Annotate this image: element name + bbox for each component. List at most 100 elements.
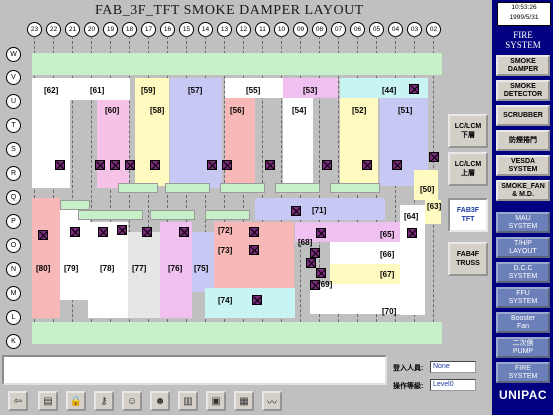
row-marker: V [6, 70, 21, 85]
column-marker: 22 [46, 22, 61, 37]
row-marker: O [6, 238, 21, 253]
smoke-damper[interactable] [429, 152, 439, 162]
column-marker: 17 [141, 22, 156, 37]
zone-label: [53] [303, 86, 318, 95]
exit-icon[interactable]: ⇦ [8, 391, 28, 411]
report-icon[interactable]: ▦ [234, 391, 254, 411]
smoke-damper[interactable] [222, 160, 232, 170]
floor-plan: FAB_3F_TFT SMOKE DAMPER LAYOUT 23 22 21 … [0, 0, 448, 352]
system-title: FIRE SYSTEM [505, 30, 541, 50]
menu-vesda-system[interactable]: VESDA SYSTEM [496, 155, 550, 176]
smoke-damper[interactable] [179, 227, 189, 237]
smoke-damper[interactable] [95, 160, 105, 170]
column-marker: 14 [198, 22, 213, 37]
chart-icon[interactable]: ▥ [178, 391, 198, 411]
zone-label: [59] [141, 86, 156, 95]
smoke-damper[interactable] [249, 227, 259, 237]
smoke-damper[interactable] [125, 160, 135, 170]
lc-lcm-lower-button[interactable]: LC/LCM 下層 [448, 114, 488, 148]
user-label: 登入人員: [393, 365, 424, 372]
smoke-damper[interactable] [110, 160, 120, 170]
smoke-damper[interactable] [362, 160, 372, 170]
zone-label: [52] [352, 106, 367, 115]
print-icon[interactable]: ▤ [38, 391, 58, 411]
lock-icon[interactable]: 🔒 [66, 391, 86, 411]
smoke-damper[interactable] [316, 228, 326, 238]
zone-label: [78] [100, 264, 115, 273]
column-marker: 20 [84, 22, 99, 37]
smoke-damper[interactable] [291, 206, 301, 216]
zone-label: [51] [398, 106, 413, 115]
menu-booster-fan[interactable]: Booster Fan [496, 312, 550, 333]
menu-secondary-pump[interactable]: 二次側 PUMP [496, 337, 550, 358]
column-marker: 08 [312, 22, 327, 37]
smoke-damper[interactable] [392, 160, 402, 170]
row-marker: R [6, 166, 21, 181]
menu-scrubber[interactable]: SCRUBBER [496, 105, 550, 126]
zone-label: [68] [298, 238, 313, 247]
column-marker: 09 [293, 22, 308, 37]
column-marker: 19 [103, 22, 118, 37]
smoke-damper[interactable] [38, 230, 48, 240]
group-icon[interactable]: ☺ [122, 391, 142, 411]
smoke-damper[interactable] [322, 160, 332, 170]
column-marker: 13 [217, 22, 232, 37]
smoke-damper[interactable] [70, 227, 80, 237]
row-marker: N [6, 262, 21, 277]
smoke-damper[interactable] [310, 248, 320, 258]
zone-label: [58] [150, 106, 165, 115]
fab3f-tft-button[interactable]: FAB3F TFT [448, 198, 488, 232]
menu-thp-layout[interactable]: T/H/P LAYOUT [496, 237, 550, 258]
key-icon[interactable]: ⚷ [94, 391, 114, 411]
column-marker: 15 [179, 22, 194, 37]
zone-label: [72] [218, 226, 233, 235]
smoke-damper[interactable] [249, 245, 259, 255]
smoke-damper[interactable] [316, 268, 326, 278]
smoke-damper[interactable] [409, 84, 419, 94]
smoke-damper[interactable] [306, 258, 316, 268]
smoke-damper[interactable] [252, 295, 262, 305]
smoke-damper[interactable] [117, 225, 127, 235]
zone-label: [62] [44, 86, 59, 95]
menu-ffu-system[interactable]: FFU SYSTEM [496, 287, 550, 308]
zone-label: [69] [318, 280, 333, 289]
menu-smoke-damper[interactable]: SMOKE DAMPER [496, 55, 550, 76]
smoke-damper[interactable] [55, 160, 65, 170]
monitor-icon[interactable]: ▣ [206, 391, 226, 411]
lc-lcm-upper-button[interactable]: LC/LCM 上層 [448, 152, 488, 186]
zone-label: [75] [194, 264, 209, 273]
column-marker: 07 [331, 22, 346, 37]
smoke-damper[interactable] [407, 228, 417, 238]
zone-label: [79] [64, 264, 79, 273]
unipac-logo: UNIPAC [498, 388, 548, 402]
column-marker: 03 [407, 22, 422, 37]
menu-smoke-detector[interactable]: SMOKE DETECTOR [496, 80, 550, 101]
smoke-damper[interactable] [265, 160, 275, 170]
smoke-damper[interactable] [150, 160, 160, 170]
column-marker: 05 [369, 22, 384, 37]
smoke-damper[interactable] [142, 227, 152, 237]
smoke-damper[interactable] [98, 227, 108, 237]
menu-dcc-system[interactable]: D.C.C SYSTEM [496, 262, 550, 283]
zone-label: [55] [246, 86, 261, 95]
row-marker: K [6, 334, 21, 349]
menu-smoke-fan[interactable]: SMOKE_FAN & M.D. [496, 180, 550, 201]
zone-label: [60] [105, 106, 120, 115]
graph-icon[interactable]: 〰 [262, 391, 282, 411]
row-marker: S [6, 142, 21, 157]
column-marker: 18 [122, 22, 137, 37]
row-marker: W [6, 47, 21, 62]
zone-label: [56] [230, 106, 245, 115]
menu-smoke-shutter[interactable]: 防煙捲門 [496, 130, 550, 151]
user-icon[interactable]: ☻ [150, 391, 170, 411]
menu-fire-system[interactable]: FIRE SYSTEM [496, 362, 550, 383]
row-marker: L [6, 310, 21, 325]
column-marker: 10 [274, 22, 289, 37]
zone-label: [67] [380, 270, 395, 279]
column-marker: 16 [160, 22, 175, 37]
menu-mau-system[interactable]: MAU SYSTEM [496, 212, 550, 233]
fab4f-truss-button[interactable]: FAB4F TRUSS [448, 242, 488, 276]
zone-label: [76] [168, 264, 183, 273]
smoke-damper[interactable] [207, 160, 217, 170]
smoke-damper[interactable] [310, 280, 320, 290]
